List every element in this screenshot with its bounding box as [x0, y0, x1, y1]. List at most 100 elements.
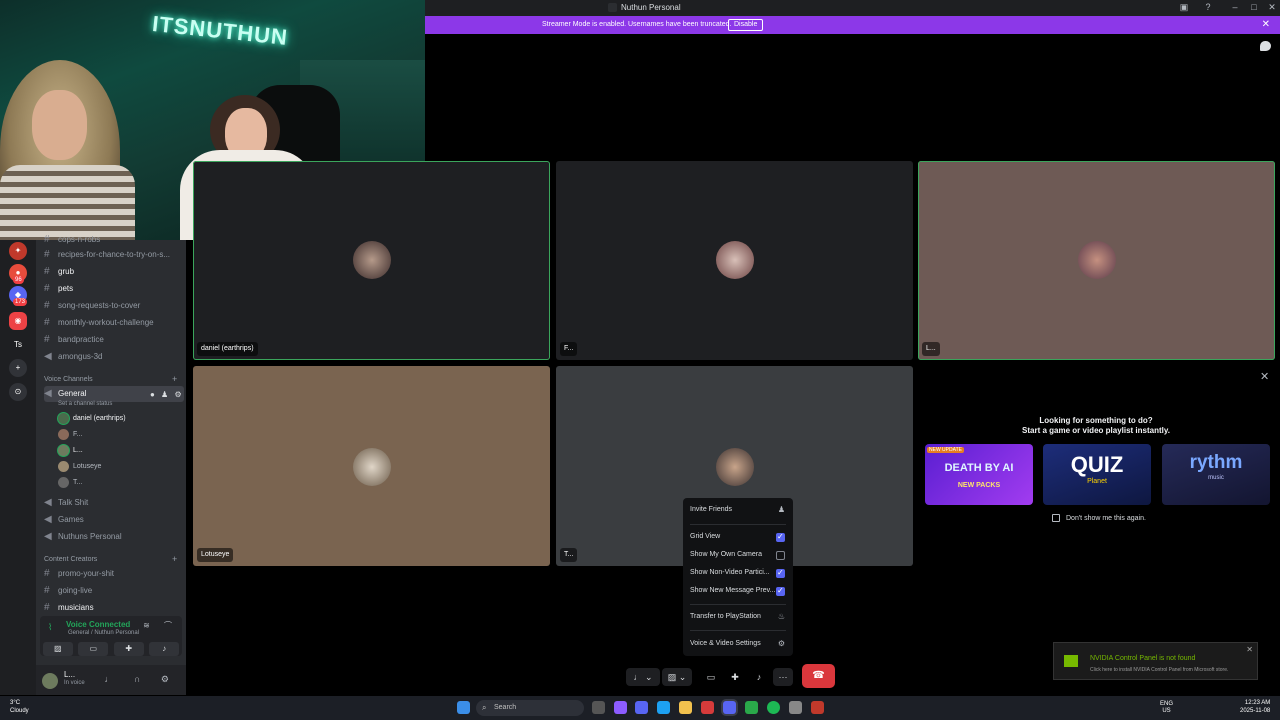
- app-icon[interactable]: [614, 701, 627, 714]
- category-content-creators[interactable]: Content Creators: [44, 556, 97, 563]
- menu-item-show-non-video[interactable]: Show Non-Video Partici...: [690, 566, 788, 580]
- notification-toast[interactable]: NVIDIA Control Panel is not found Click …: [1053, 642, 1258, 680]
- menu-item-show-own-camera[interactable]: Show My Own Camera: [690, 548, 788, 562]
- camera-off-icon[interactable]: ▨: [42, 642, 73, 656]
- username[interactable]: L...: [64, 670, 75, 679]
- activity-card[interactable]: NEW UPDATE DEATH BY AI NEW PACKS: [925, 444, 1033, 505]
- channel-item[interactable]: # grub: [44, 264, 184, 280]
- disconnect-icon[interactable]: ≋ ⌒: [143, 620, 178, 631]
- window-title: Nuthun Personal: [621, 3, 681, 12]
- channel-item[interactable]: # bandpractice: [44, 332, 184, 348]
- voice-user[interactable]: F...: [58, 428, 82, 442]
- add-server-icon[interactable]: +: [9, 359, 27, 377]
- user-status: In voice: [64, 680, 85, 686]
- discord-icon: [608, 3, 617, 12]
- edge-icon[interactable]: [657, 701, 670, 714]
- server-icon[interactable]: ◉: [9, 312, 27, 330]
- menu-item-grid-view[interactable]: Grid View: [690, 530, 788, 544]
- video-tile[interactable]: L...: [918, 161, 1275, 360]
- channel-item[interactable]: # musicians: [44, 600, 184, 616]
- voice-channel[interactable]: ◀ Nuthuns Personal: [44, 529, 184, 545]
- screen-share-icon[interactable]: ▭: [703, 668, 719, 686]
- app-icon[interactable]: [745, 701, 758, 714]
- help-icon[interactable]: ?: [1203, 2, 1213, 12]
- more-options-button[interactable]: ···: [773, 668, 793, 686]
- minimize-button[interactable]: –: [1230, 2, 1240, 12]
- app-icon[interactable]: [789, 701, 802, 714]
- avatar[interactable]: [42, 673, 58, 689]
- activity-prompt: Looking for something to do? Start a gam…: [1022, 416, 1170, 435]
- server-rail: ✦ ● 96 ◆ 173 ◉ Ts + ⊙: [0, 240, 36, 695]
- voice-user[interactable]: Lotuseye: [58, 460, 101, 474]
- app-icon[interactable]: [701, 701, 714, 714]
- channel-item[interactable]: # promo-your-shit: [44, 566, 184, 582]
- screen-share-icon[interactable]: ▭: [78, 642, 109, 656]
- category-voice[interactable]: Voice Channels: [44, 376, 93, 383]
- channel-item[interactable]: # song-requests-to-cover: [44, 298, 184, 314]
- activity-card[interactable]: QUIZ Planet: [1043, 444, 1151, 505]
- add-channel-icon[interactable]: +: [172, 554, 177, 564]
- voice-user[interactable]: L...: [58, 444, 83, 458]
- voice-channel[interactable]: ◀ Games: [44, 512, 184, 528]
- voice-user[interactable]: T...: [58, 476, 82, 490]
- close-window-button[interactable]: ✕: [1267, 2, 1277, 12]
- invite-friends-item[interactable]: Invite Friends ♟: [690, 503, 788, 517]
- channel-item[interactable]: # monthly-workout-challenge: [44, 315, 184, 331]
- folder-icon[interactable]: [679, 701, 692, 714]
- weather-widget[interactable]: 3°C Cloudy: [10, 699, 29, 715]
- channel-actions-icons[interactable]: ● ♟ ⚙: [150, 390, 184, 399]
- task-view-icon[interactable]: [592, 701, 605, 714]
- hang-up-button[interactable]: ☎: [802, 664, 835, 688]
- channel-item[interactable]: ◀ amongus-3d: [44, 349, 184, 365]
- chat-icon[interactable]: [1260, 41, 1271, 51]
- voice-channel[interactable]: ◀ Talk Shit: [44, 495, 184, 511]
- activities-icon[interactable]: ✚: [113, 642, 144, 656]
- voice-user[interactable]: daniel (earthrips): [58, 412, 126, 426]
- person-add-icon: ♟: [777, 505, 785, 514]
- tile-label: daniel (earthrips): [197, 342, 258, 356]
- soundboard-icon[interactable]: ♪: [751, 668, 767, 686]
- channel-item[interactable]: # cops-n-robs: [44, 232, 184, 248]
- app-icon[interactable]: [635, 701, 648, 714]
- inbox-icon[interactable]: ▣: [1179, 2, 1189, 12]
- video-tile[interactable]: F...: [556, 161, 913, 360]
- discord-icon[interactable]: [723, 701, 736, 714]
- app-icon[interactable]: [811, 701, 824, 714]
- close-icon[interactable]: ✕: [1246, 645, 1253, 654]
- activity-card[interactable]: rythm music: [1162, 444, 1270, 505]
- video-tile[interactable]: daniel (earthrips): [193, 161, 550, 360]
- avatar: [353, 448, 391, 486]
- close-icon[interactable]: ✕: [1260, 370, 1269, 383]
- voice-connected-title[interactable]: Voice Connected: [66, 620, 130, 629]
- discover-icon[interactable]: ⊙: [9, 383, 27, 401]
- channel-item[interactable]: # pets: [44, 281, 184, 297]
- clock[interactable]: 12:23 AM 2025-11-08: [1240, 699, 1270, 715]
- channel-item[interactable]: # recipes-for-chance-to-try-on-s...: [44, 247, 184, 263]
- start-icon[interactable]: [457, 701, 470, 714]
- soundboard-icon[interactable]: ♪: [149, 642, 180, 656]
- search-input[interactable]: ⌕ Search: [476, 700, 584, 716]
- disable-streamer-mode-button[interactable]: Disable: [728, 19, 764, 31]
- user-controls[interactable]: ♩ ∩ ⚙: [104, 674, 178, 685]
- tile-label: L...: [922, 342, 940, 356]
- video-tile[interactable]: Lotuseye: [193, 366, 550, 566]
- camera-button[interactable]: ▨ ⌄: [662, 668, 692, 686]
- title-bar: Nuthun Personal ▣ ? – □ ✕: [425, 0, 1280, 16]
- close-icon[interactable]: ✕: [1262, 19, 1270, 30]
- transfer-to-playstation-item[interactable]: Transfer to PlayStation ♨: [690, 610, 788, 624]
- menu-item-show-message-preview[interactable]: Show New Message Prev...: [690, 584, 788, 598]
- voice-connected-subtitle[interactable]: General / Nuthun Personal: [68, 630, 139, 636]
- playstation-icon: ♨: [777, 612, 785, 621]
- language-indicator[interactable]: ENG US: [1160, 701, 1173, 715]
- spotify-icon[interactable]: [767, 701, 780, 714]
- dont-show-checkbox[interactable]: Don't show me this again.: [1052, 514, 1146, 522]
- add-channel-icon[interactable]: +: [172, 374, 177, 384]
- microphone-button[interactable]: ♩ ⌄: [626, 668, 660, 686]
- voice-video-settings-item[interactable]: Voice & Video Settings ⚙: [690, 637, 788, 651]
- channel-item[interactable]: # going-live: [44, 583, 184, 599]
- server-text-icon[interactable]: Ts: [9, 336, 27, 354]
- channel-status[interactable]: Set a channel status: [58, 401, 112, 407]
- server-icon[interactable]: ✦: [9, 242, 27, 260]
- maximize-button[interactable]: □: [1249, 2, 1259, 12]
- activities-icon[interactable]: ✚: [727, 668, 743, 686]
